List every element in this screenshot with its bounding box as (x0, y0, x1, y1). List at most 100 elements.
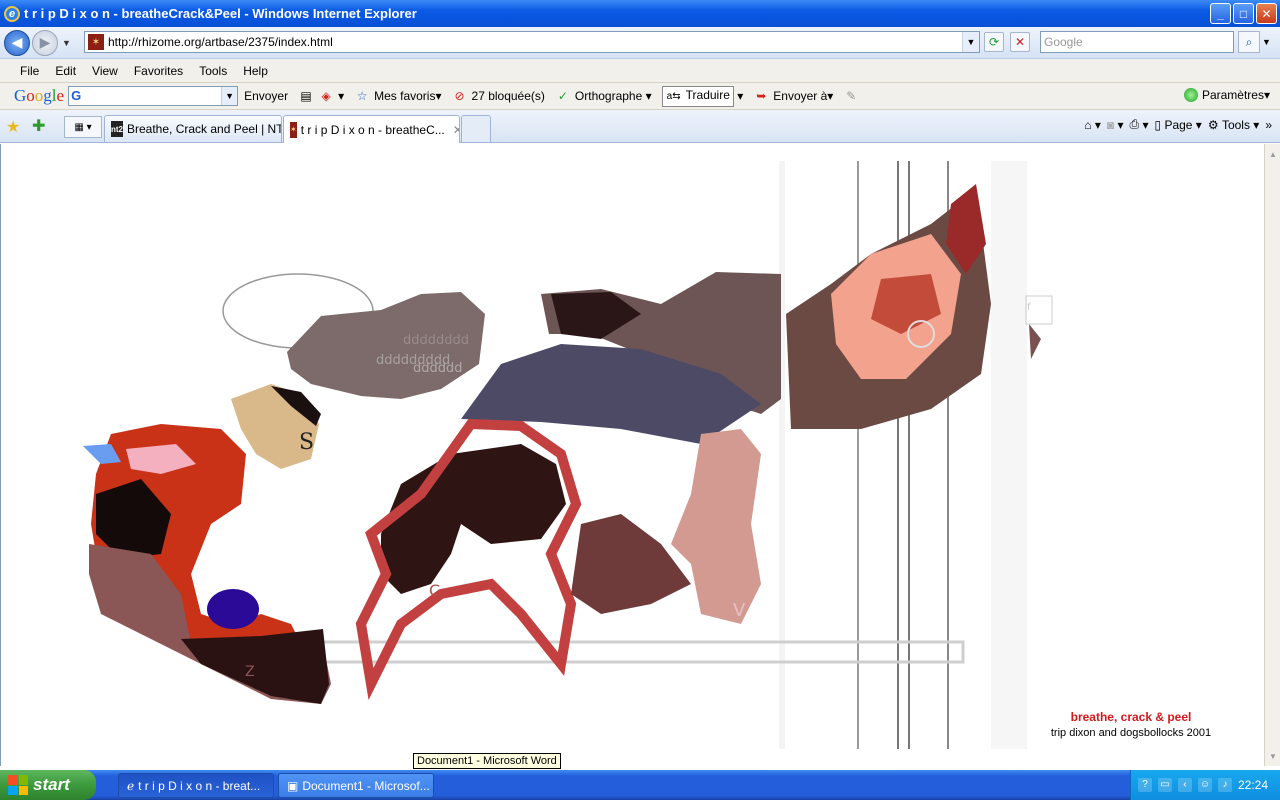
art-faded-text: dddddd (413, 361, 463, 376)
printer-icon: ⎙ (1129, 117, 1140, 131)
art-glyph-z: Z (245, 664, 255, 680)
settings-label: Paramètres (1201, 88, 1264, 102)
address-url[interactable]: http://rhizome.org/artbase/2375/index.ht… (108, 35, 333, 49)
rss-icon: ◙ (1106, 117, 1115, 132)
taskbar-tooltip: Document1 - Microsoft Word (413, 753, 561, 769)
taskbar-item-ie-label: t r i p D i x o n - breat... (138, 778, 261, 793)
gear-icon: ⚙ (1207, 117, 1219, 132)
send-to-button[interactable]: ➥ Envoyer à ▾ (753, 88, 833, 104)
vertical-scrollbar[interactable]: ▲ ▼ (1264, 144, 1280, 766)
search-input[interactable]: Google (1040, 31, 1234, 53)
bookmarks-label: Mes favoris (374, 89, 436, 103)
page-icon: ▯ (1154, 117, 1162, 132)
home-button[interactable]: ⌂ ▾ (1084, 118, 1101, 132)
new-tab-button[interactable] (461, 115, 491, 142)
home-icon: ⌂ (1084, 117, 1092, 132)
highlighter-button[interactable]: ✎ (843, 88, 863, 104)
start-button[interactable]: start (0, 770, 96, 800)
minimize-button[interactable]: _ (1210, 3, 1231, 24)
google-send-label: Envoyer (244, 89, 289, 103)
tab-close-icon[interactable]: ✕ (453, 123, 459, 137)
scroll-down-icon[interactable]: ▼ (1266, 748, 1280, 764)
favorites-star-icon[interactable]: ★ (6, 117, 20, 137)
navigation-bar: ◀ ▶ ▼ ✶ http://rhizome.org/artbase/2375/… (0, 27, 1280, 59)
settings-button[interactable]: Paramètres ▾ (1183, 88, 1270, 102)
network-icon[interactable]: ▭ (1157, 778, 1172, 792)
tools-menu-label: Tools (1221, 117, 1250, 132)
history-dropdown-icon[interactable]: ▼ (62, 38, 71, 48)
chevron-more-icon[interactable]: » (1265, 118, 1272, 132)
artwork-caption: breathe, crack & peel trip dixon and dog… (1049, 710, 1213, 739)
send-to-label: Envoyer à (773, 89, 828, 103)
search-options-dropdown-icon[interactable]: ▼ (1262, 37, 1271, 47)
status-green-icon (1183, 88, 1198, 102)
command-bar: ⌂ ▾ ◙ ▾ ⎙ ▾ ▯ Page ▾ ⚙ Tools ▾ » (1084, 117, 1272, 132)
google-search-dropdown-icon[interactable]: ▼ (221, 87, 238, 105)
address-dropdown-icon[interactable]: ▼ (962, 32, 979, 52)
art-glyph-s: S (299, 430, 314, 455)
toolbar-options-button[interactable]: ▤ ◈ ▾ (298, 88, 344, 104)
back-arrow-tray-icon[interactable]: ‹ (1177, 778, 1192, 792)
send-to-icon: ➥ (756, 89, 767, 103)
google-logo: Google (14, 86, 65, 105)
address-bar[interactable]: ✶ http://rhizome.org/artbase/2375/index.… (84, 31, 980, 53)
menu-file[interactable]: File (12, 64, 47, 78)
nt2-favicon-icon: nt2 (111, 121, 123, 137)
menu-view[interactable]: View (84, 64, 126, 78)
artwork-canvas: S C V Z f dddddddd ddddddddd dddddd (83, 161, 1053, 749)
popup-blocked-label: 27 bloquée(s) (471, 89, 545, 103)
news-icon: ▤ (300, 89, 312, 103)
quick-tabs-button[interactable]: ▦ ▾ (64, 116, 102, 138)
artbase-favicon-icon: ✶ (290, 121, 297, 138)
menu-favorites[interactable]: Favorites (126, 64, 191, 78)
messenger-icon[interactable]: ☺ (1197, 778, 1212, 792)
translate-button[interactable]: a⇆ Traduire ▾ (661, 85, 743, 107)
tools-menu-button[interactable]: ⚙ Tools ▾ (1208, 118, 1259, 132)
feeds-button[interactable]: ◙ ▾ (1107, 118, 1124, 132)
art-glyph-v: V (733, 600, 746, 621)
google-search-field[interactable]: G ▼ (68, 86, 239, 106)
menu-tools[interactable]: Tools (191, 64, 235, 78)
google-toolbar: Google G ▼ Envoyer ▤ ◈ ▾ ☆ Mes favoris ▾ ⊘… (0, 83, 1280, 110)
art-glyph-c: C (429, 581, 440, 600)
search-button[interactable]: ⌕ (1238, 31, 1260, 53)
print-button[interactable]: ⎙ ▾ (1130, 117, 1149, 132)
scroll-up-icon[interactable]: ▲ (1266, 146, 1280, 162)
forward-button[interactable]: ▶ (32, 29, 58, 56)
taskbar-item-word[interactable]: ▣ Document1 - Microsof... (278, 773, 434, 798)
art-shape-maroon (571, 514, 691, 614)
menu-edit[interactable]: Edit (47, 64, 84, 78)
back-button[interactable]: ◀ (4, 29, 30, 56)
taskbar-item-ie[interactable]: ℯ t r i p D i x o n - breat... (118, 773, 274, 798)
art-shape-pink-wisp (671, 429, 761, 624)
taskbar-item-word-label: Document1 - Microsof... (302, 778, 430, 793)
stop-button[interactable]: ✕ (1010, 32, 1030, 52)
bookmarks-button[interactable]: ☆ Mes favoris ▾ (354, 88, 442, 104)
start-label: start (33, 775, 70, 794)
spellcheck-icon: ✓ (557, 89, 568, 103)
tab-tripdixon[interactable]: ✶ t r i p D i x o n - breatheC... ✕ (283, 115, 460, 143)
tab-nt2[interactable]: nt2 Breathe, Crack and Peel | NT2 (104, 115, 282, 142)
add-favorite-icon[interactable]: ✚ (32, 116, 45, 136)
google-send-button[interactable]: Envoyer (244, 89, 288, 103)
help-icon[interactable]: ? (1137, 778, 1152, 792)
menu-bar: File Edit View Favorites Tools Help (0, 59, 1280, 83)
art-shape-small (1029, 324, 1041, 359)
menu-help[interactable]: Help (235, 64, 276, 78)
popup-blocked-icon: ⊘ (454, 89, 465, 103)
close-button[interactable]: ✕ (1256, 3, 1277, 24)
spellcheck-button[interactable]: ✓ Orthographe ▾ (555, 88, 652, 104)
art-shape-center-blob (381, 444, 566, 594)
popup-blocker-button[interactable]: ⊘ 27 bloquée(s) (452, 88, 545, 104)
page-menu-button[interactable]: ▯ Page ▾ (1154, 118, 1201, 132)
system-tray: ? ▭ ‹ ☺ ♪ 22:24 (1130, 770, 1280, 800)
art-glyph-f: f (1027, 302, 1031, 313)
art-shape-violet (207, 589, 259, 629)
volume-icon[interactable]: ♪ (1217, 778, 1232, 792)
maximize-button[interactable]: □ (1233, 3, 1254, 24)
artwork-title[interactable]: breathe, crack & peel (1049, 710, 1213, 724)
art-bar (299, 640, 965, 664)
page-menu-label: Page (1164, 117, 1193, 132)
refresh-button[interactable]: ⟳ (984, 32, 1004, 52)
windows-flag-icon (8, 775, 28, 795)
